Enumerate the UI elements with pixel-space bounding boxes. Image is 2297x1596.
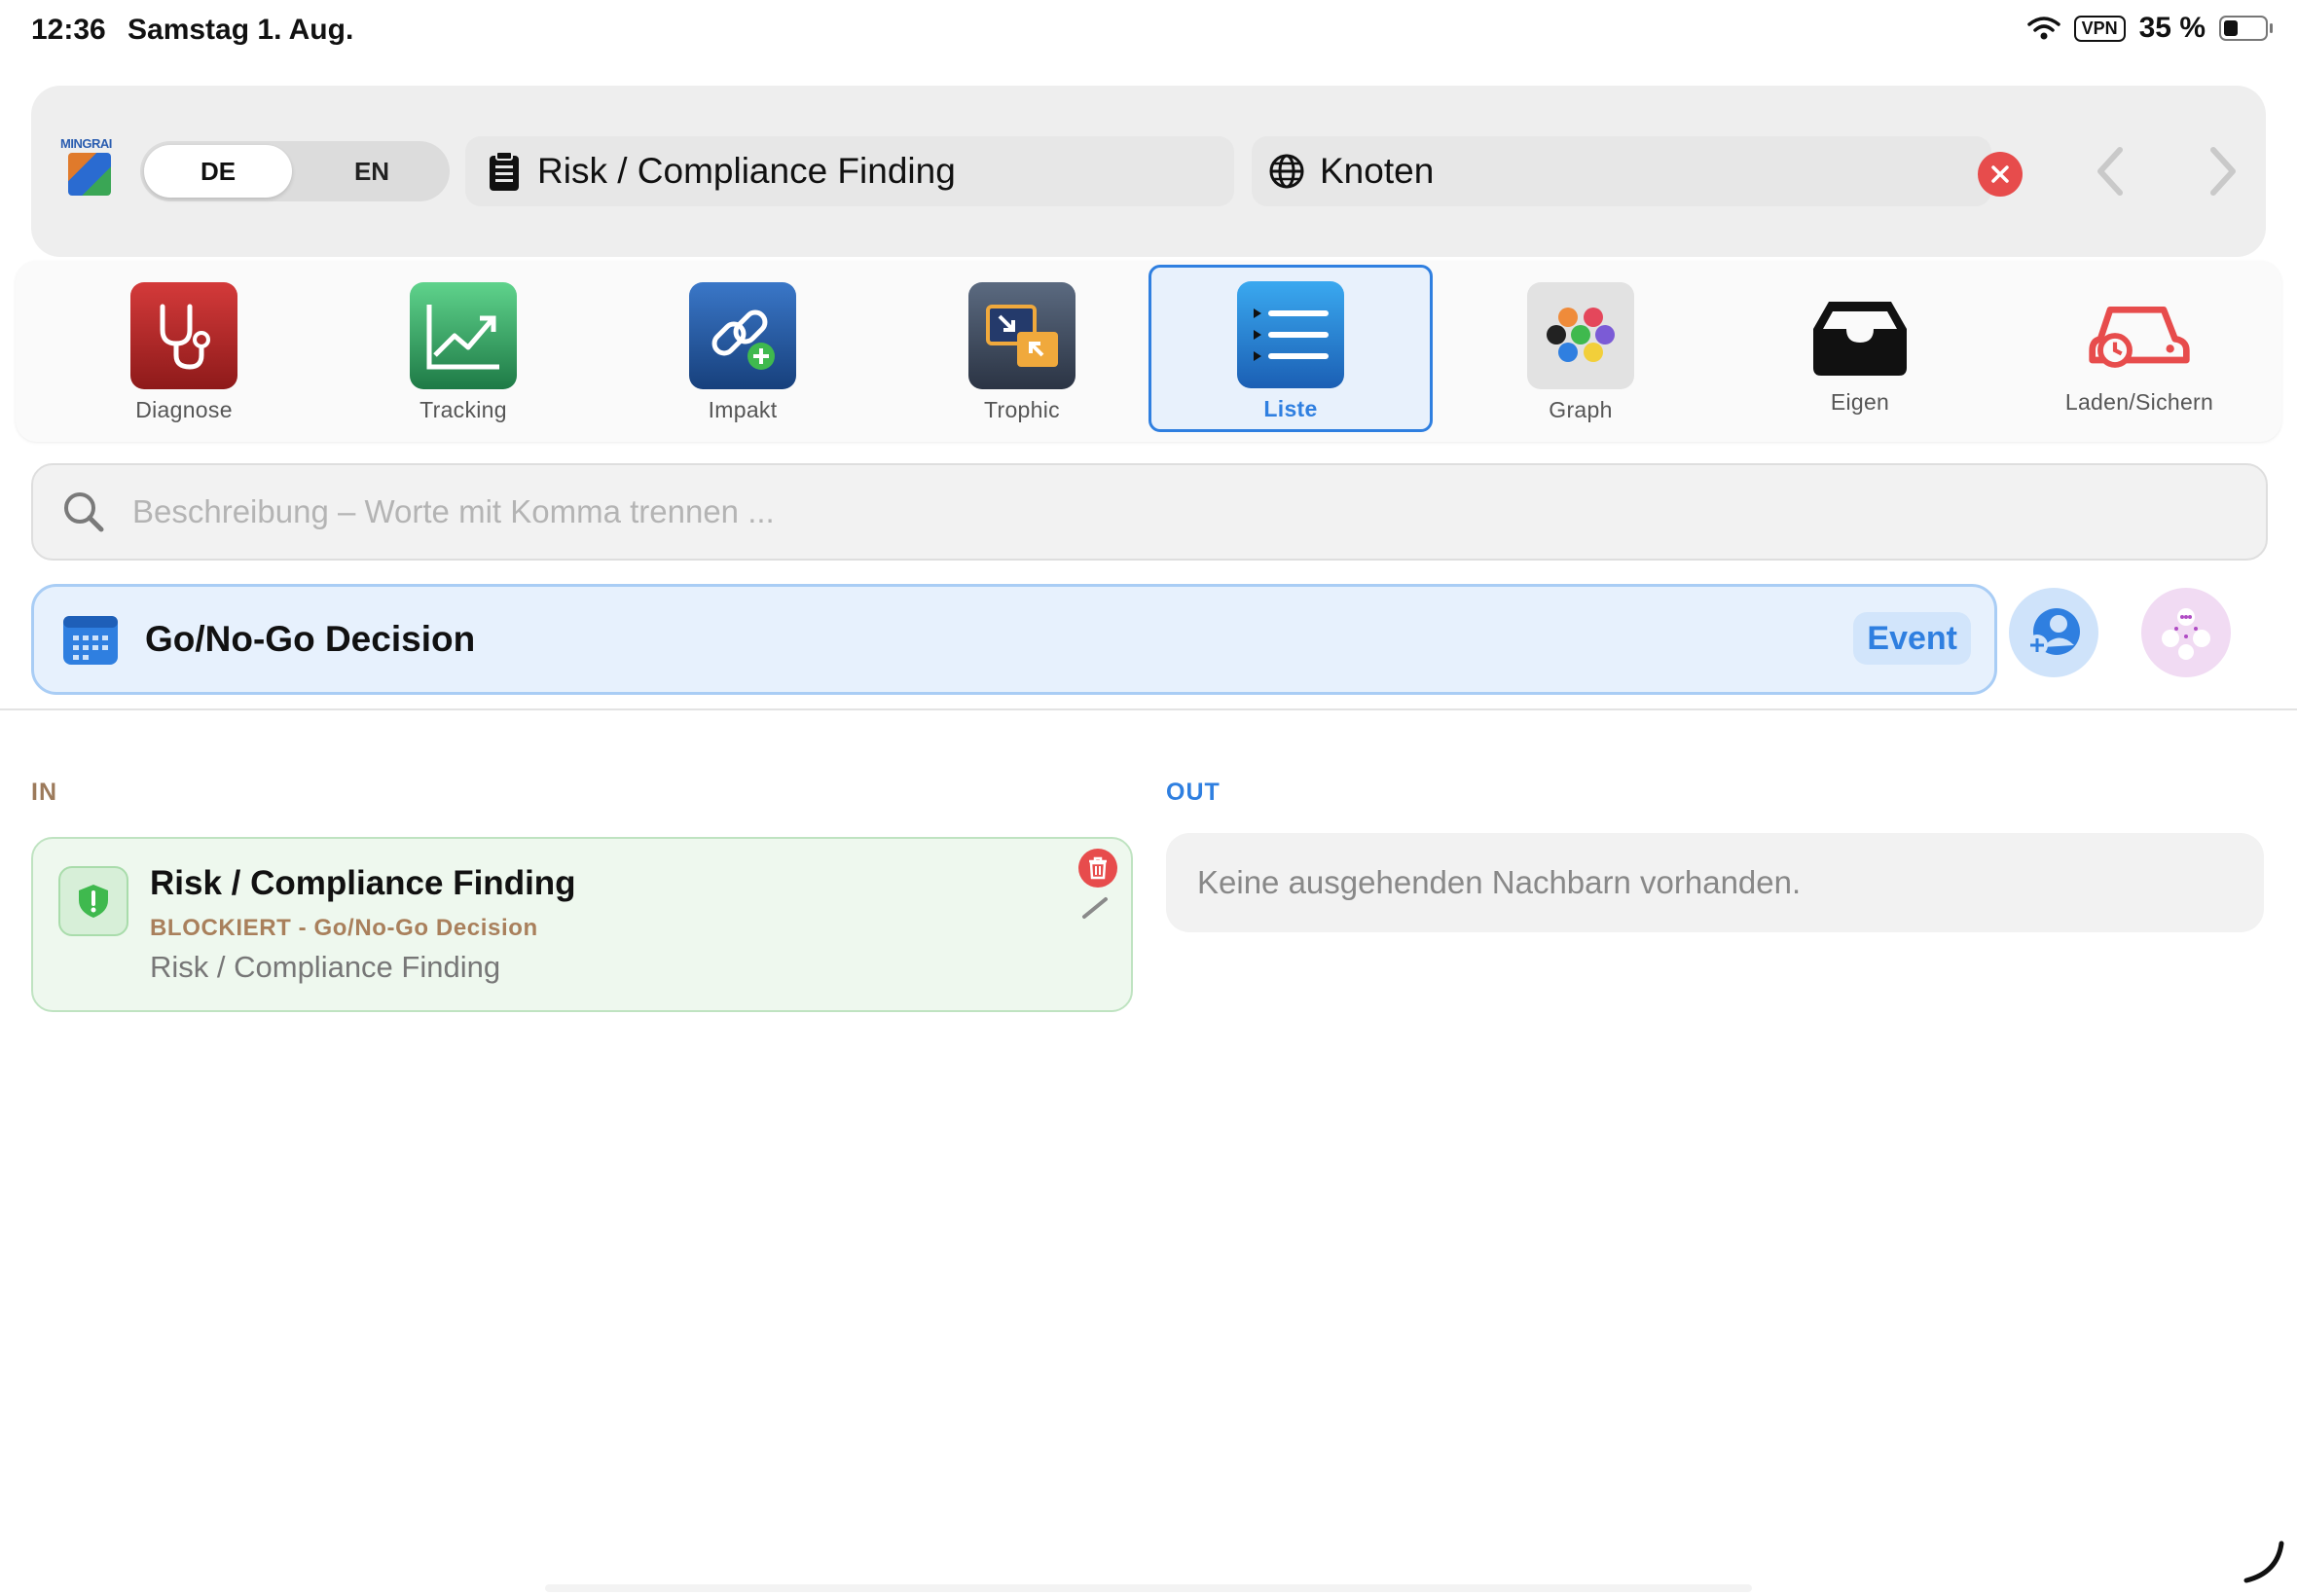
globe-icon <box>1269 154 1304 189</box>
tab-label: Tracking <box>419 397 507 422</box>
tray-icon <box>1806 282 1914 389</box>
neighbor-relation: BLOCKIERT - Go/No-Go Decision <box>150 915 538 941</box>
breadcrumb[interactable]: Risk / Compliance Finding <box>465 136 1234 206</box>
close-icon <box>1991 165 2009 183</box>
tab-label: Diagnose <box>135 397 233 422</box>
chevron-right-icon <box>1082 897 1108 919</box>
person-add-icon <box>2026 608 2080 656</box>
tab-label: Graph <box>1549 397 1613 422</box>
selected-node[interactable]: Go/No-Go Decision Event <box>31 584 1997 695</box>
search-input[interactable] <box>130 492 2178 531</box>
neighbor-title: Risk / Compliance Finding <box>150 864 576 902</box>
divider <box>0 708 2297 710</box>
link-plus-icon <box>689 282 796 389</box>
top-navigation-card: MINGRAI DE EN Risk / Compliance Finding … <box>31 86 2266 257</box>
stethoscope-icon <box>130 282 237 389</box>
breadcrumb-label: Risk / Compliance Finding <box>537 151 956 191</box>
arrows-in-out-icon <box>968 282 1076 389</box>
status-time: 12:36 <box>31 14 106 46</box>
home-indicator <box>545 1584 1752 1592</box>
node-title: Go/No-Go Decision <box>145 619 476 659</box>
tab-diagnose[interactable]: Diagnose <box>45 263 323 434</box>
battery-icon <box>2219 16 2273 41</box>
out-empty-state: Keine ausgehenden Nachbarn vorhanden. <box>1166 833 2264 932</box>
scroll-indicator-icon <box>2243 1541 2284 1583</box>
tab-impakt[interactable]: Impakt <box>603 263 882 434</box>
search-icon <box>64 492 104 532</box>
list-icon <box>1237 281 1344 388</box>
search-bar[interactable] <box>31 463 2268 561</box>
language-toggle[interactable]: DE EN <box>140 141 450 201</box>
scope-selector[interactable]: Knoten <box>1252 136 1991 206</box>
chevron-left-icon <box>2097 147 2123 196</box>
logo-cube-icon <box>68 153 111 196</box>
tab-label: Eigen <box>1830 389 1890 415</box>
neighbor-subtitle: Risk / Compliance Finding <box>150 950 501 984</box>
tab-laden-sichern[interactable]: Laden/Sichern <box>2000 263 2279 434</box>
tab-eigen[interactable]: Eigen <box>1721 263 1999 434</box>
tab-tracking[interactable]: Tracking <box>324 263 602 434</box>
out-section-label: OUT <box>1166 779 1221 806</box>
status-indicators: VPN 35 % <box>2026 12 2273 45</box>
status-date: Samstag 1. Aug. <box>128 14 354 46</box>
logo-text: MINGRAI <box>60 136 112 151</box>
tab-trophic[interactable]: Trophic <box>883 263 1161 434</box>
lang-de-button[interactable]: DE <box>144 145 292 198</box>
forward-button[interactable] <box>2194 142 2252 200</box>
delete-button[interactable] <box>1078 849 1117 888</box>
app-logo: MINGRAI <box>60 136 123 204</box>
status-bar: 12:36 Samstag 1. Aug. VPN 35 % <box>0 0 2297 62</box>
tab-graph[interactable]: Graph <box>1441 263 1720 434</box>
car-history-icon <box>2086 282 2193 389</box>
hierarchy-icon <box>2162 608 2210 660</box>
tool-tab-bar: Diagnose Tracking Impakt Trophic Liste G… <box>16 261 2281 442</box>
tab-label: Liste <box>1263 396 1318 421</box>
vpn-badge: VPN <box>2073 15 2126 42</box>
tab-label: Impakt <box>708 397 778 422</box>
wifi-icon <box>2026 17 2060 40</box>
in-section-label: IN <box>31 779 57 806</box>
tab-label: Laden/Sichern <box>2064 389 2214 415</box>
lang-en-button[interactable]: EN <box>298 145 446 198</box>
chevron-right-icon <box>2210 147 2236 196</box>
scope-label: Knoten <box>1320 151 1435 191</box>
node-type-badge: Event <box>1853 612 1971 665</box>
tab-liste[interactable]: Liste <box>1148 265 1433 432</box>
add-person-button[interactable] <box>2009 588 2098 677</box>
trash-icon <box>1089 856 1107 880</box>
tab-label: Trophic <box>984 397 1060 422</box>
clipboard-icon <box>490 151 519 191</box>
calendar-icon <box>63 616 118 665</box>
out-empty-text: Keine ausgehenden Nachbarn vorhanden. <box>1197 864 1802 900</box>
clear-button[interactable] <box>1978 152 2023 197</box>
shield-icon <box>58 866 128 936</box>
hierarchy-button[interactable] <box>2141 588 2231 677</box>
dots-icon <box>1527 282 1634 389</box>
back-button[interactable] <box>2081 142 2139 200</box>
chart-up-icon <box>410 282 517 389</box>
in-neighbor-card[interactable]: Risk / Compliance Finding BLOCKIERT - Go… <box>31 837 1133 1012</box>
battery-percent: 35 % <box>2138 12 2206 44</box>
